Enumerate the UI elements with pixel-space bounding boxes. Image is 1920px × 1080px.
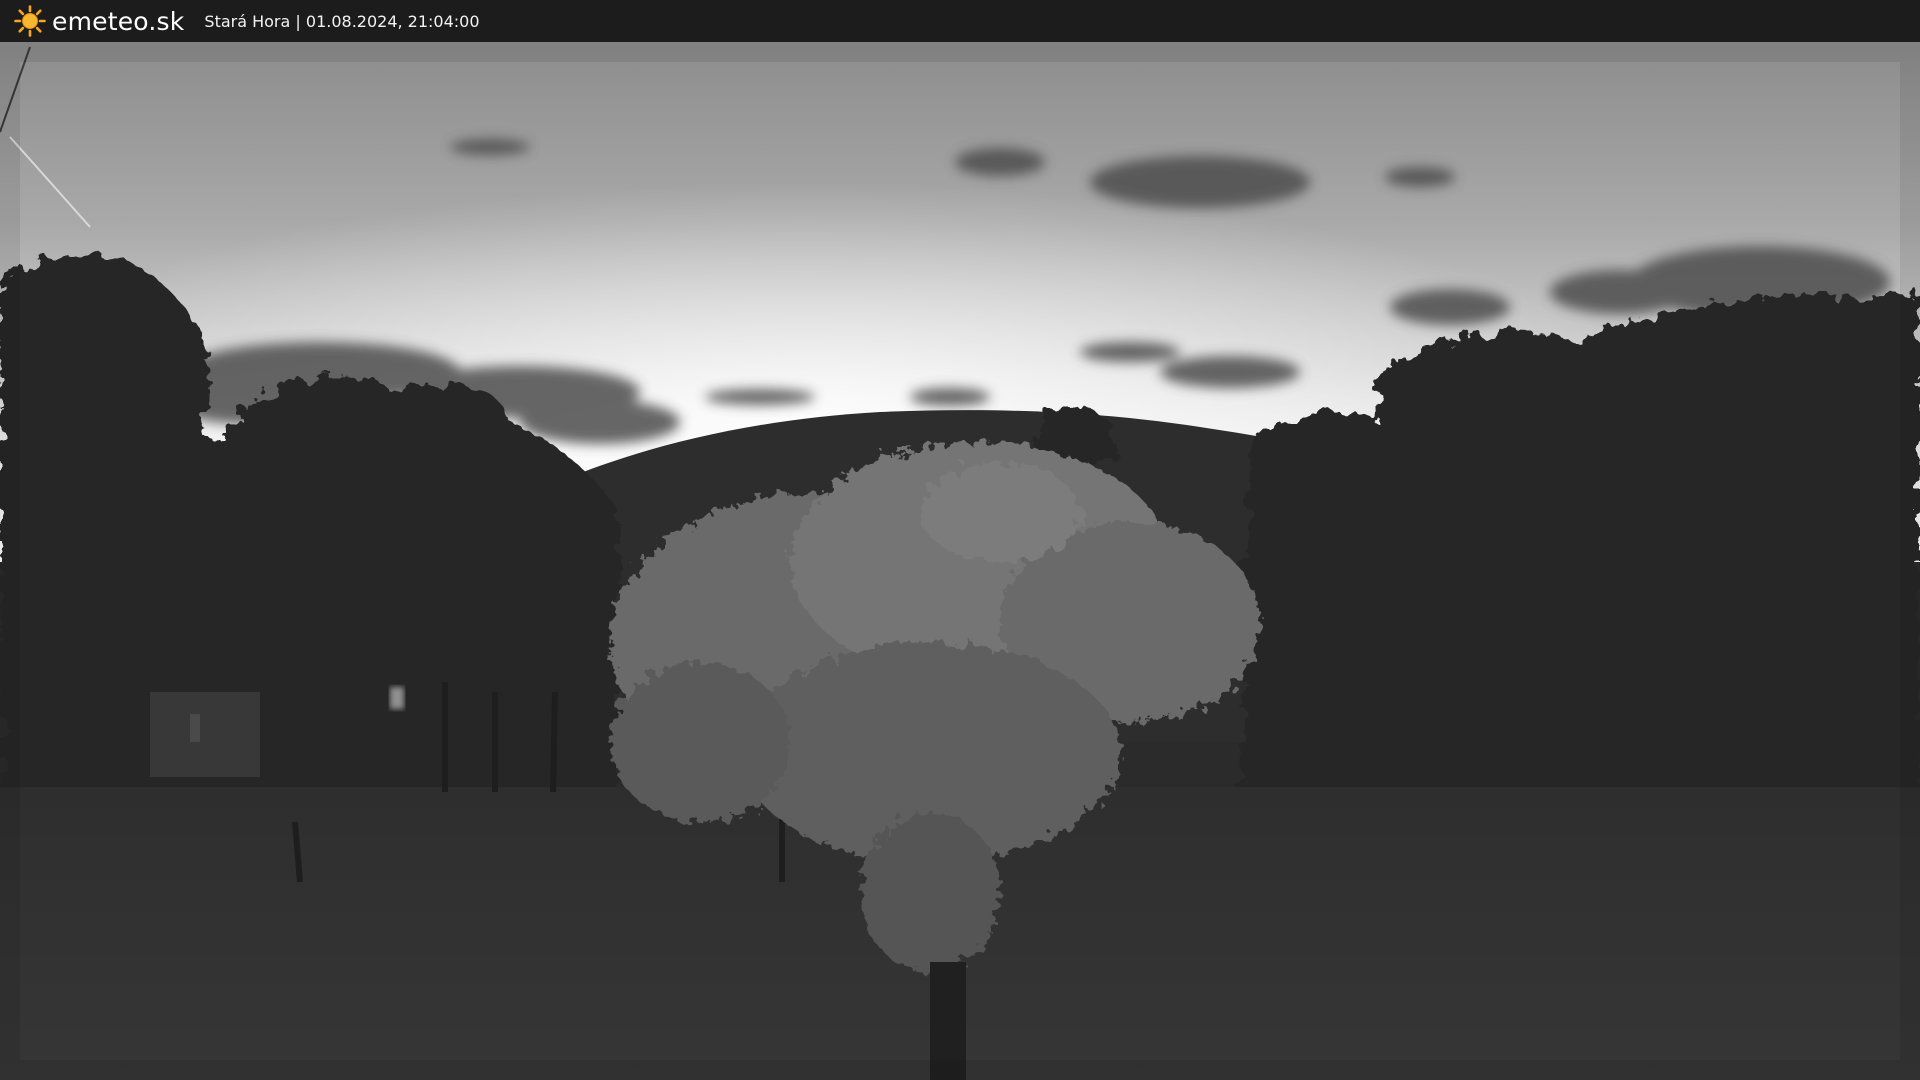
header-bar: emeteo.sk Stará Hora | 01.08.2024, 21:04…: [0, 0, 1920, 42]
house: [150, 692, 260, 777]
sun-icon: [14, 5, 46, 37]
image-caption: Stará Hora | 01.08.2024, 21:04:00: [204, 12, 479, 31]
caption-separator: |: [295, 11, 301, 31]
location-name: Stará Hora: [204, 11, 291, 31]
webcam-image: [0, 42, 1920, 1080]
capture-timestamp: 01.08.2024, 21:04:00: [305, 11, 480, 31]
brand-name: emeteo.sk: [52, 6, 185, 36]
webcam-frame: emeteo.sk Stará Hora | 01.08.2024, 21:04…: [0, 0, 1920, 1080]
logo[interactable]: emeteo.sk: [14, 5, 184, 37]
